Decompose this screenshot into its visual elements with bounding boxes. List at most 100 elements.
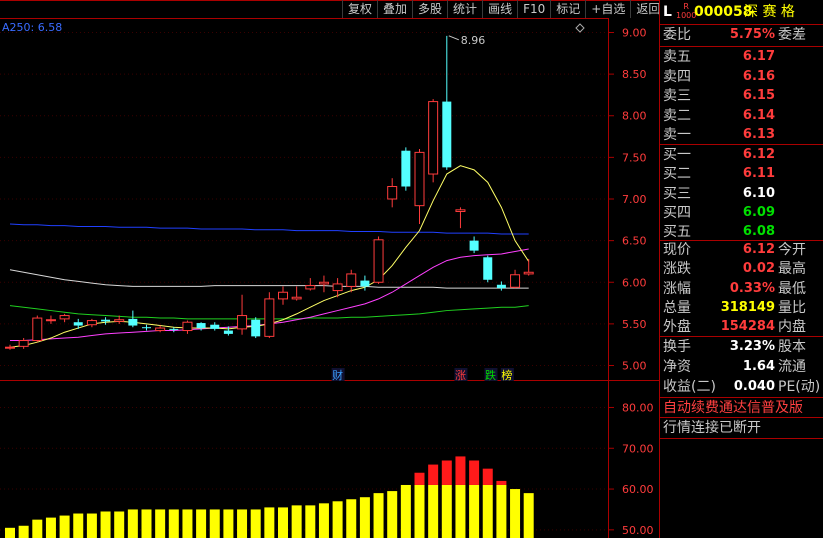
indicator-bar-yellow — [209, 509, 220, 538]
indicator-bar-yellow — [59, 515, 70, 538]
indicator-bar-yellow — [428, 484, 439, 538]
indicator-bar-red — [455, 456, 466, 485]
candle-body-up — [414, 151, 425, 207]
candle-body-down — [360, 280, 370, 287]
event-mark-3: 榜 — [501, 368, 512, 382]
stats-row: 外盘 154284 内盘 — [660, 316, 823, 338]
stock-name: 深 赛 格 — [744, 4, 795, 20]
candle-body-up — [387, 186, 398, 200]
stats2-label: 净资 — [663, 359, 691, 375]
connection-status: 行情连接已断开 — [663, 420, 761, 436]
toolbar-item-3[interactable]: 统计 — [447, 0, 482, 18]
main-tick-label: 5.50 — [622, 318, 647, 331]
indicator-bar-yellow — [387, 491, 398, 538]
indicator-bar-yellow — [100, 511, 111, 538]
event-mark-1: 涨 — [455, 369, 466, 382]
indicator-bar-yellow — [237, 509, 248, 538]
candle-body-up — [182, 321, 193, 332]
indicator-bar-yellow — [141, 509, 152, 538]
candle-body-up — [237, 315, 248, 330]
indicator-bar-red — [482, 468, 493, 485]
vol-tick-label: 50.00 — [622, 524, 654, 537]
candle-body-up — [332, 283, 343, 292]
stats-label: 外盘 — [663, 319, 691, 336]
stats2-value: 3.23% — [729, 339, 775, 354]
vol-tick-label: 60.00 — [622, 483, 654, 496]
chart-toolbar: 复权 叠加 多股 统计 画线 F10 标记 +自选 返回 — [342, 0, 665, 18]
candle-body-down — [210, 324, 220, 329]
candle-body-down — [196, 323, 206, 329]
stock-header: L R 1000 000058 深 赛 格 — [660, 0, 823, 24]
renewal-notice[interactable]: 自动续费通达信普及版 — [663, 397, 803, 417]
ma-white-line — [9, 269, 529, 289]
main-tick-label: 6.00 — [622, 276, 647, 289]
indicator-bar-yellow — [32, 519, 43, 538]
candle-body-up — [86, 320, 97, 326]
indicator-bar-yellow — [455, 484, 466, 538]
indicator-bar-yellow — [250, 509, 261, 538]
indicator-bar-yellow — [5, 527, 15, 538]
toolbar-item-5[interactable]: F10 — [517, 0, 550, 18]
indicator-bar-yellow — [400, 484, 411, 538]
weibi-label: 委比 — [663, 27, 691, 43]
sells-label: 卖一 — [663, 127, 691, 143]
market-prefix: L — [663, 4, 672, 20]
indicator-bar-yellow — [523, 493, 534, 538]
candle-body-up — [114, 319, 125, 322]
candle-body-down — [496, 284, 506, 289]
toolbar-item-7[interactable]: +自选 — [585, 0, 630, 18]
toolbar-item-4[interactable]: 画线 — [482, 0, 517, 18]
toolbar-item-2[interactable]: 多股 — [412, 0, 447, 18]
indicator-bar-yellow — [168, 509, 179, 538]
indicator-bar-red — [469, 460, 480, 485]
vol-tick-label: 80.00 — [622, 401, 654, 414]
stats-value: 154284 — [720, 319, 775, 335]
indicator-bar-yellow — [264, 507, 275, 538]
indicator-bar-yellow — [332, 501, 343, 538]
indicator-label: A250: 6.58 — [2, 21, 62, 34]
stats2-label: 收益(二) — [663, 379, 716, 395]
candle-body-up — [428, 101, 439, 175]
indicator-bar-yellow — [155, 509, 166, 538]
candle-body-down — [73, 322, 83, 326]
candle-body-up — [59, 315, 70, 320]
toolbar-item-6[interactable]: 标记 — [550, 0, 585, 18]
weibi-row: 委比 5.75% 委差 — [660, 24, 823, 46]
kline-chart[interactable]: 9.00 8.50 8.00 7.50 7.00 6.50 6.00 5.50 5.00 80.0… — [0, 0, 659, 538]
indicator-bar-yellow — [373, 493, 384, 538]
toolbar-item-0[interactable]: 复权 — [342, 0, 377, 18]
main-top-border — [0, 18, 608, 19]
stats2-row: 收益(二) 0.040 PE(动) — [660, 376, 823, 398]
indicator-bar-yellow — [18, 525, 29, 538]
indicator-bar-yellow — [196, 509, 207, 538]
indicator-bar-red — [441, 460, 452, 485]
quote-panel: L R 1000 000058 深 赛 格 委比 5.75% 委差 卖五 6.17… — [659, 0, 823, 538]
stats2-label2: 流通 — [778, 359, 806, 375]
indicator-bar-yellow — [73, 513, 84, 538]
sells-value: 6.13 — [742, 127, 775, 142]
high-pointer — [448, 35, 459, 41]
indicator-bar-yellow — [359, 497, 370, 538]
stats2-row: 净资 1.64 流通 — [660, 356, 823, 378]
vol-tick-label: 70.00 — [622, 442, 654, 455]
indicator-bar-yellow — [346, 499, 357, 538]
indicator-bar-yellow — [441, 484, 452, 538]
stats2-label: 换手 — [663, 339, 691, 355]
candle-body-up — [455, 209, 466, 212]
stats-label2: 内盘 — [778, 319, 806, 336]
indicator-bar-yellow — [86, 513, 97, 538]
indicator-bar-red — [496, 480, 507, 485]
indicator-bar-yellow — [278, 507, 288, 538]
main-tick-label: 5.00 — [622, 360, 647, 373]
event-mark-2: 跌 — [485, 368, 496, 382]
indicator-bar-yellow — [223, 509, 234, 538]
candle-body-up — [155, 327, 166, 332]
candle-body-up — [264, 298, 275, 337]
toolbar-item-1[interactable]: 叠加 — [377, 0, 412, 18]
indicator-bar-yellow — [291, 505, 302, 538]
candle-body-up — [373, 239, 384, 283]
candle-body-up — [318, 281, 329, 285]
candle-body-up — [45, 319, 56, 322]
candle-body-down — [101, 319, 111, 322]
candle-body-down — [251, 319, 261, 337]
